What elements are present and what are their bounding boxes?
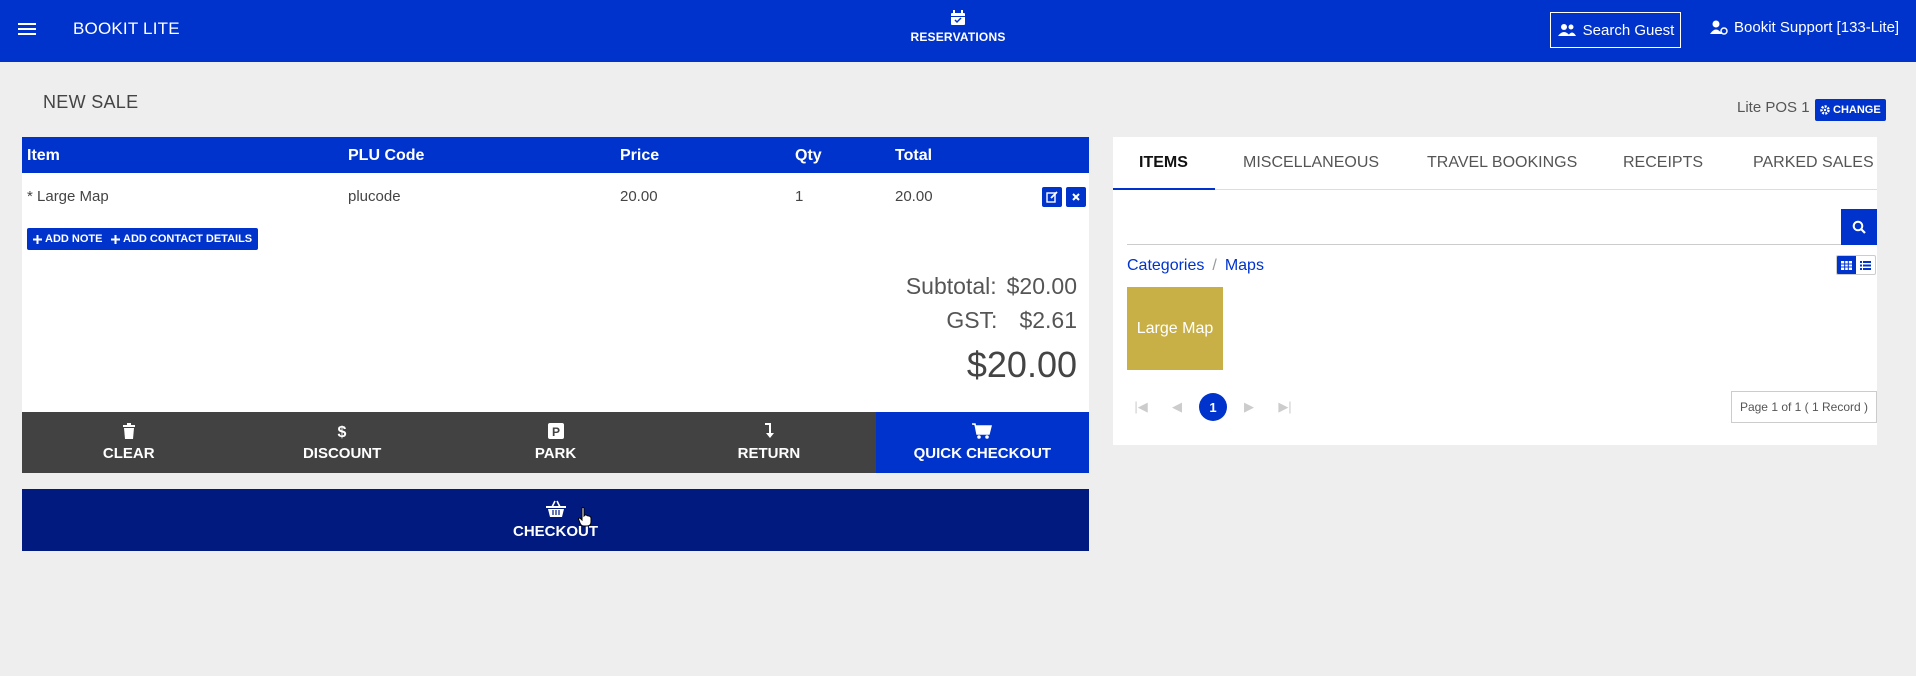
park-button[interactable]: P PARK [449,412,662,473]
row-qty: 1 [795,188,804,205]
tab-receipts[interactable]: RECEIPTS [1623,154,1703,172]
list-view-icon[interactable] [1856,256,1875,274]
user-label: Bookit Support [133-Lite] [1734,19,1900,36]
user-cog-icon [1710,20,1728,35]
checkout-button[interactable]: CHECKOUT [22,489,1089,551]
tab-travel-bookings[interactable]: TRAVEL BOOKINGS [1427,154,1577,172]
catalog-search-button[interactable] [1841,209,1877,245]
trash-icon [122,423,136,439]
svg-text:P: P [552,425,560,439]
next-page-icon[interactable]: ▶ [1235,393,1263,421]
plus-icon [33,234,42,244]
menu-icon[interactable] [16,18,38,40]
edit-icon [1046,191,1058,203]
col-item: Item [27,147,60,164]
row-plu-code: plucode [348,188,401,205]
col-plu-code: PLU Code [348,147,425,164]
search-guest-label: Search Guest [1582,21,1675,39]
row-price: 20.00 [620,188,658,205]
subtotal-line: Subtotal: $20.00 [906,273,1077,300]
table-row[interactable]: * Large Map plucode 20.00 1 20.00 [22,173,1089,219]
close-icon [1071,192,1081,202]
tab-miscellaneous[interactable]: MISCELLANEOUS [1243,154,1379,172]
col-qty: Qty [795,147,822,164]
discount-button[interactable]: $ DISCOUNT [235,412,448,473]
hand-cursor-icon [578,507,592,527]
previous-page-icon[interactable]: ◀ [1163,393,1191,421]
row-item: * Large Map [27,188,109,205]
page-info: Page 1 of 1 ( 1 Record ) [1731,391,1877,423]
return-button[interactable]: RETURN [662,412,875,473]
breadcrumb-categories[interactable]: Categories [1127,257,1204,274]
add-note-label: ADD NOTE [45,233,103,245]
clear-button[interactable]: CLEAR [22,412,235,473]
add-contact-details-button[interactable]: ADD CONTACT DETAILS [105,228,259,250]
tab-items[interactable]: ITEMS [1139,154,1188,172]
quick-checkout-label: QUICK CHECKOUT [913,445,1052,462]
gear-icon [1820,105,1830,115]
last-page-icon[interactable]: ▶| [1271,393,1299,421]
plus-icon [111,234,120,244]
col-price: Price [620,147,660,164]
dollar-icon: $ [336,423,348,439]
subtotal-value: $20.00 [1006,273,1077,299]
return-label: RETURN [737,445,801,462]
breadcrumb: Categories / Maps [1127,257,1264,275]
add-note-button[interactable]: ADD NOTE [27,228,109,250]
basket-icon [545,500,566,517]
catalog-search-input[interactable] [1127,209,1841,245]
row-total: 20.00 [895,188,933,205]
search-guest-button[interactable]: Search Guest [1550,12,1681,48]
parking-icon: P [547,423,564,439]
search-icon [1852,220,1866,234]
top-bar: BOOKIT LITE RESERVATIONS Search Guest Bo… [0,0,1916,62]
clear-label: CLEAR [102,445,155,462]
page-number[interactable]: 1 [1199,393,1227,421]
action-bar: CLEAR $ DISCOUNT P PARK RETURN QUICK CHE… [22,412,1090,473]
product-tile[interactable]: Large Map [1127,287,1223,370]
nav-reservations[interactable]: RESERVATIONS [910,10,1005,44]
change-pos-label: CHANGE [1833,104,1881,116]
user-menu[interactable]: Bookit Support [133-Lite] [1710,19,1899,36]
park-label: PARK [534,445,577,462]
gst-line: GST: $2.61 [946,307,1077,334]
nav-reservations-label: RESERVATIONS [910,30,1006,44]
pos-label: Lite POS 1 [1737,99,1810,116]
quick-checkout-button[interactable]: QUICK CHECKOUT [875,412,1090,473]
edit-line-button[interactable] [1042,187,1062,207]
svg-text:$: $ [338,424,347,439]
cart-icon [972,423,993,439]
grid-view-icon[interactable] [1837,256,1856,274]
tab-parked-sales[interactable]: PARKED SALES [1753,154,1874,172]
return-arrow-icon [763,423,775,439]
gst-value: $2.61 [1019,307,1077,333]
users-icon [1557,23,1577,37]
change-pos-button[interactable]: CHANGE [1815,99,1886,121]
discount-label: DISCOUNT [302,445,382,462]
breadcrumb-maps[interactable]: Maps [1225,257,1264,274]
grand-total: $20.00 [966,344,1077,385]
col-total: Total [895,147,933,164]
page-title: NEW SALE [43,92,139,112]
catalog-tabs: ITEMS MISCELLANEOUS TRAVEL BOOKINGS RECE… [1113,137,1877,190]
view-toggle [1836,255,1876,275]
add-contact-details-label: ADD CONTACT DETAILS [123,233,253,245]
active-tab-indicator [1113,188,1215,190]
first-page-icon[interactable]: |◀ [1127,393,1155,421]
pagination: |◀ ◀ 1 ▶ ▶| [1127,393,1299,421]
breadcrumb-separator: / [1212,257,1217,274]
gst-label: GST: [946,307,998,333]
subtotal-label: Subtotal: [905,273,997,299]
sale-table-header: Item PLU Code Price Qty Total [22,137,1089,173]
remove-line-button[interactable] [1066,187,1086,207]
calendar-icon [910,10,1005,26]
catalog-panel: ITEMS MISCELLANEOUS TRAVEL BOOKINGS RECE… [1113,137,1877,445]
app-brand[interactable]: BOOKIT LITE [73,19,180,39]
sale-panel: Item PLU Code Price Qty Total * Large Ma… [22,137,1090,473]
